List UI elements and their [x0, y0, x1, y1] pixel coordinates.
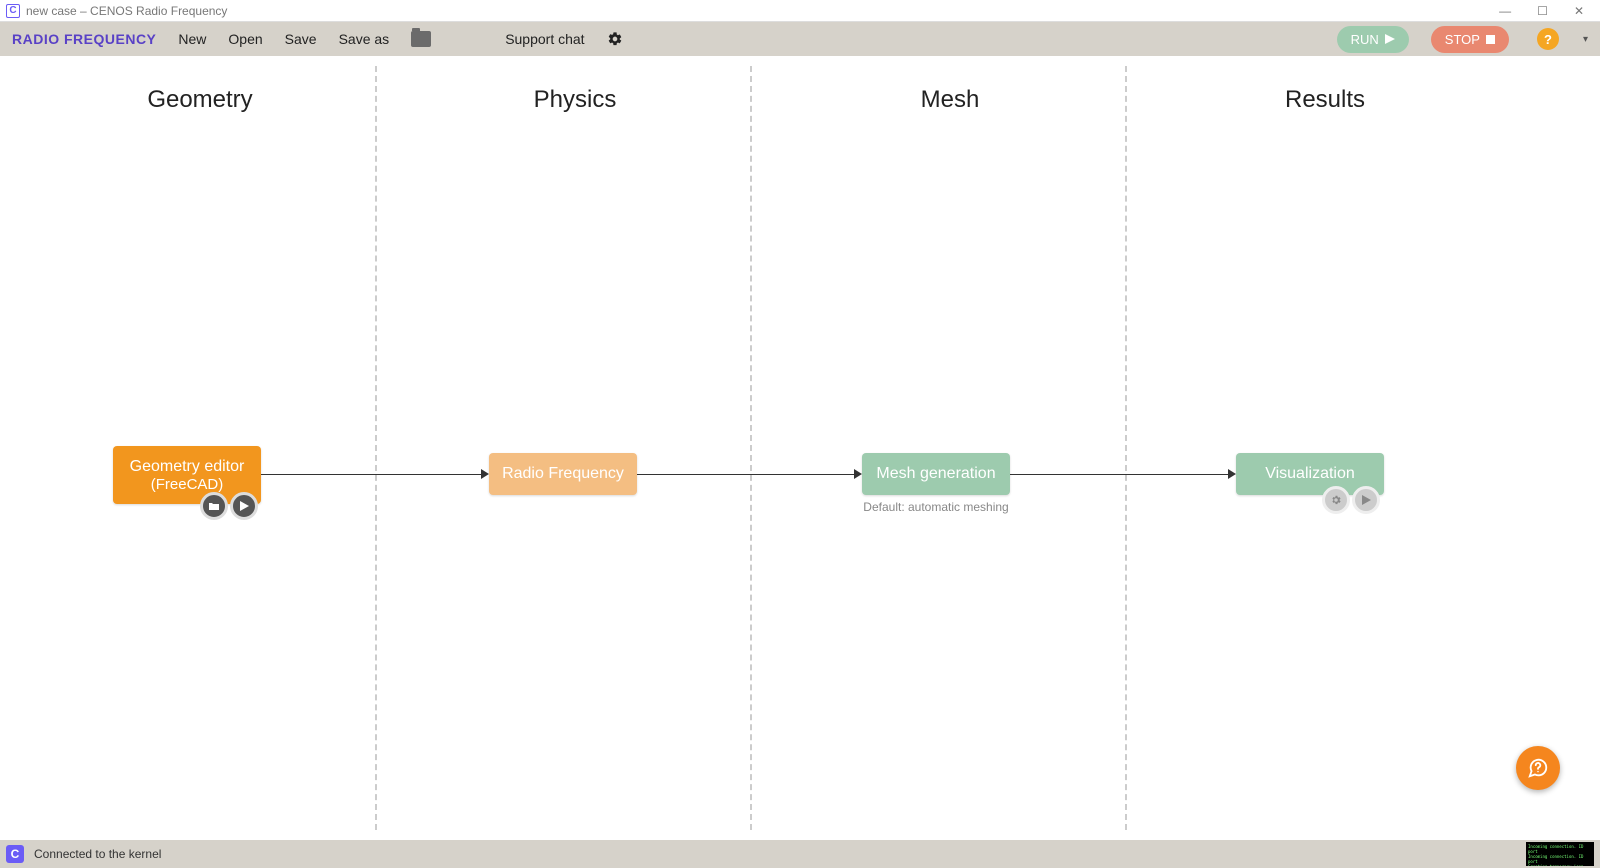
geometry-open-folder-button[interactable] [200, 492, 228, 520]
new-button[interactable]: New [178, 31, 206, 47]
stop-label: STOP [1445, 32, 1480, 47]
mesh-node[interactable]: Mesh generation [862, 453, 1010, 495]
column-header-mesh: Mesh [750, 86, 1150, 114]
save-as-button[interactable]: Save as [339, 31, 390, 47]
maximize-button[interactable]: ☐ [1537, 4, 1548, 18]
settings-icon[interactable] [607, 31, 623, 47]
results-node-actions [1322, 486, 1380, 514]
help-chat-bubble[interactable] [1516, 746, 1560, 790]
geometry-play-button[interactable] [230, 492, 258, 520]
support-chat-button[interactable]: Support chat [505, 31, 584, 47]
statusbar-text: Connected to the kernel [34, 847, 161, 861]
divider-3 [1125, 66, 1127, 830]
geometry-node-line2: (FreeCAD) [151, 476, 224, 493]
divider-1 [375, 66, 377, 830]
results-play-button[interactable] [1352, 486, 1380, 514]
results-node-label: Visualization [1265, 465, 1355, 483]
flow-line-2 [637, 474, 854, 475]
run-label: RUN [1351, 32, 1379, 47]
play-icon [1385, 34, 1395, 44]
open-button[interactable]: Open [228, 31, 262, 47]
folder-open-icon [208, 501, 220, 511]
statusbar: C Connected to the kernel Incoming conne… [0, 840, 1600, 868]
help-dropdown-icon[interactable]: ▾ [1583, 34, 1588, 45]
play-icon [239, 501, 249, 511]
geometry-node-line1: Geometry editor [130, 458, 245, 476]
workflow-canvas: Geometry Physics Mesh Results Geometry e… [0, 56, 1600, 840]
chat-help-icon [1527, 757, 1549, 779]
flow-arrow-1 [481, 469, 489, 479]
toolbar: RADIO FREQUENCY New Open Save Save as Su… [0, 22, 1600, 56]
physics-node-label: Radio Frequency [502, 465, 624, 483]
physics-node[interactable]: Radio Frequency [489, 453, 637, 495]
titlebar: C new case – CENOS Radio Frequency — ☐ ✕ [0, 0, 1600, 22]
flow-line-3 [1010, 474, 1228, 475]
column-header-physics: Physics [375, 86, 775, 114]
window-title: new case – CENOS Radio Frequency [26, 4, 227, 18]
stop-button[interactable]: STOP [1431, 26, 1509, 53]
mesh-node-label: Mesh generation [876, 465, 995, 483]
app-icon: C [6, 4, 20, 18]
flow-line-1 [261, 474, 481, 475]
divider-2 [750, 66, 752, 830]
play-icon [1361, 495, 1371, 505]
run-button[interactable]: RUN [1337, 26, 1409, 53]
save-button[interactable]: Save [285, 31, 317, 47]
open-folder-icon[interactable] [411, 31, 431, 47]
brand-label: RADIO FREQUENCY [12, 31, 156, 47]
flow-arrow-2 [854, 469, 862, 479]
minimize-button[interactable]: — [1499, 4, 1511, 18]
mesh-node-caption: Default: automatic meshing [862, 500, 1010, 514]
close-button[interactable]: ✕ [1574, 4, 1584, 18]
gear-icon [1330, 494, 1342, 506]
column-header-results: Results [1125, 86, 1525, 114]
help-button[interactable]: ? [1537, 28, 1559, 50]
log-console[interactable]: Incoming connection. ID portIncoming con… [1526, 842, 1594, 866]
results-settings-button[interactable] [1322, 486, 1350, 514]
statusbar-app-icon: C [6, 845, 24, 863]
column-header-geometry: Geometry [0, 86, 400, 114]
flow-arrow-3 [1228, 469, 1236, 479]
stop-icon [1486, 35, 1495, 44]
geometry-node-actions [200, 492, 258, 520]
